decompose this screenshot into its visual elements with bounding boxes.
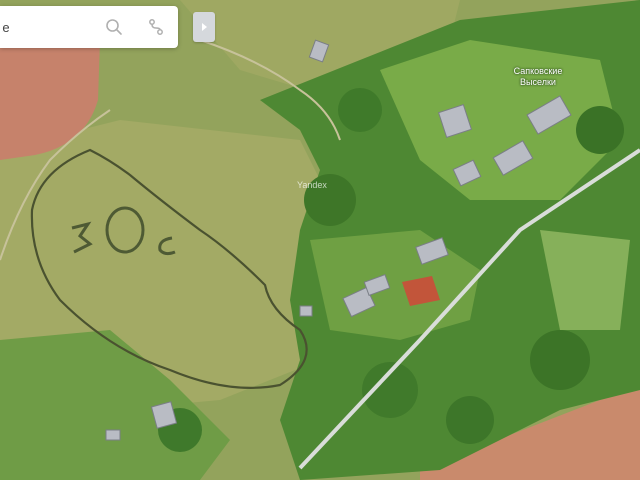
route-icon bbox=[149, 19, 163, 35]
shed bbox=[105, 429, 121, 441]
search-input[interactable] bbox=[0, 6, 98, 48]
tree-cluster bbox=[338, 88, 382, 132]
route-button[interactable] bbox=[144, 15, 168, 39]
shed bbox=[299, 305, 313, 317]
map-watermark: Yandex bbox=[297, 180, 327, 190]
tree-cluster bbox=[446, 396, 494, 444]
search-bar bbox=[0, 6, 178, 48]
collapse-panel-button[interactable] bbox=[193, 12, 215, 42]
tree-cluster bbox=[530, 330, 590, 390]
place-label: Сапковские Выселки bbox=[513, 66, 563, 87]
tree-cluster bbox=[576, 106, 624, 154]
search-button[interactable] bbox=[102, 15, 126, 39]
search-icon bbox=[106, 19, 122, 35]
chevron-right-icon bbox=[202, 23, 207, 31]
